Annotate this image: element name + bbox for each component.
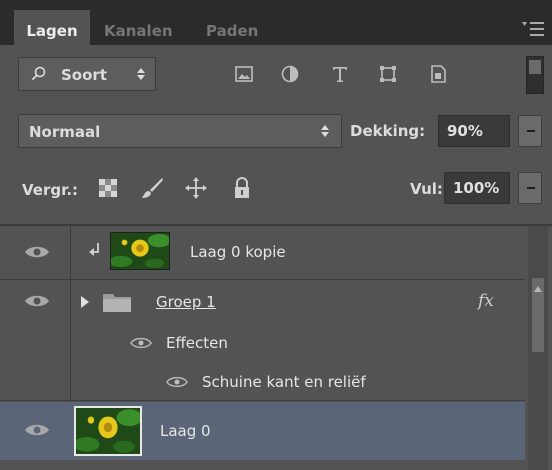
effects-label: Effecten <box>166 334 228 352</box>
layer-row-groep-1[interactable]: Groep 1 fx <box>0 281 525 325</box>
panel-menu-icon[interactable] <box>520 20 546 38</box>
type-filter-icon[interactable] <box>330 64 350 84</box>
layer-row-laag-0-kopie[interactable]: Laag 0 kopie <box>0 226 525 280</box>
lock-position-icon[interactable] <box>184 176 208 200</box>
clipping-mask-arrow-icon <box>89 243 99 256</box>
eye-icon[interactable] <box>24 293 50 309</box>
search-icon <box>31 66 46 81</box>
tab-kanalen[interactable]: Kanalen <box>104 10 173 45</box>
opacity-label: Dekking: <box>350 122 426 140</box>
image-filter-icon[interactable] <box>234 64 254 84</box>
adjustment-filter-icon[interactable] <box>280 64 300 84</box>
tab-lagen[interactable]: Lagen <box>14 10 90 45</box>
layer-thumbnail-flower <box>110 232 170 270</box>
fill-dropdown-button[interactable] <box>518 172 542 204</box>
layers-panel: Lagen Kanalen Paden Soort Normaal Dekkin… <box>0 0 552 470</box>
layer-name: Laag 0 <box>160 422 211 440</box>
effect-row-bevel-emboss[interactable]: Schuine kant en reliëf <box>0 363 525 401</box>
effect-name: Schuine kant en reliëf <box>202 373 366 391</box>
eye-icon[interactable] <box>24 422 50 438</box>
lock-label: Vergr.: <box>22 181 79 199</box>
filter-kind-select[interactable]: Soort <box>18 57 156 91</box>
scroll-up-arrow-icon[interactable] <box>534 286 542 292</box>
filter-kind-label: Soort <box>61 66 107 84</box>
layer-list-scrollbar[interactable] <box>528 226 548 470</box>
shape-filter-icon[interactable] <box>378 64 398 84</box>
layer-row-laag-0[interactable]: Laag 0 <box>0 402 525 460</box>
eye-icon[interactable] <box>130 336 152 350</box>
eye-icon[interactable] <box>24 244 50 260</box>
filter-toggle-switch[interactable] <box>526 56 544 94</box>
panel-tab-bar: Lagen Kanalen Paden <box>0 0 552 45</box>
lock-transparent-icon[interactable] <box>96 176 120 200</box>
effects-row[interactable]: Effecten <box>0 325 525 363</box>
fill-input[interactable]: 100% <box>444 172 510 204</box>
updown-arrows-icon <box>137 68 145 80</box>
folder-icon <box>103 294 131 312</box>
blend-mode-select[interactable]: Normaal <box>18 114 342 148</box>
eye-icon[interactable] <box>166 375 188 389</box>
layer-list: Laag 0 kopie Groep 1 fx Effecten Schuine… <box>0 226 552 470</box>
layer-name: Groep 1 <box>156 293 216 311</box>
lock-all-icon[interactable] <box>230 176 254 200</box>
fill-label: Vul: <box>410 180 443 198</box>
smart-object-filter-icon[interactable] <box>428 64 448 84</box>
updown-arrows-icon <box>321 125 329 137</box>
lock-paint-icon[interactable] <box>140 176 164 200</box>
tab-paden[interactable]: Paden <box>206 10 258 45</box>
layer-name: Laag 0 kopie <box>190 243 286 261</box>
opacity-input[interactable]: 90% <box>438 115 510 147</box>
opacity-dropdown-button[interactable] <box>518 115 542 147</box>
fx-effects-icon[interactable]: fx <box>478 291 494 311</box>
blend-mode-label: Normaal <box>29 123 101 141</box>
expand-triangle-icon[interactable] <box>80 295 90 309</box>
layer-thumbnail-flower <box>74 406 142 456</box>
